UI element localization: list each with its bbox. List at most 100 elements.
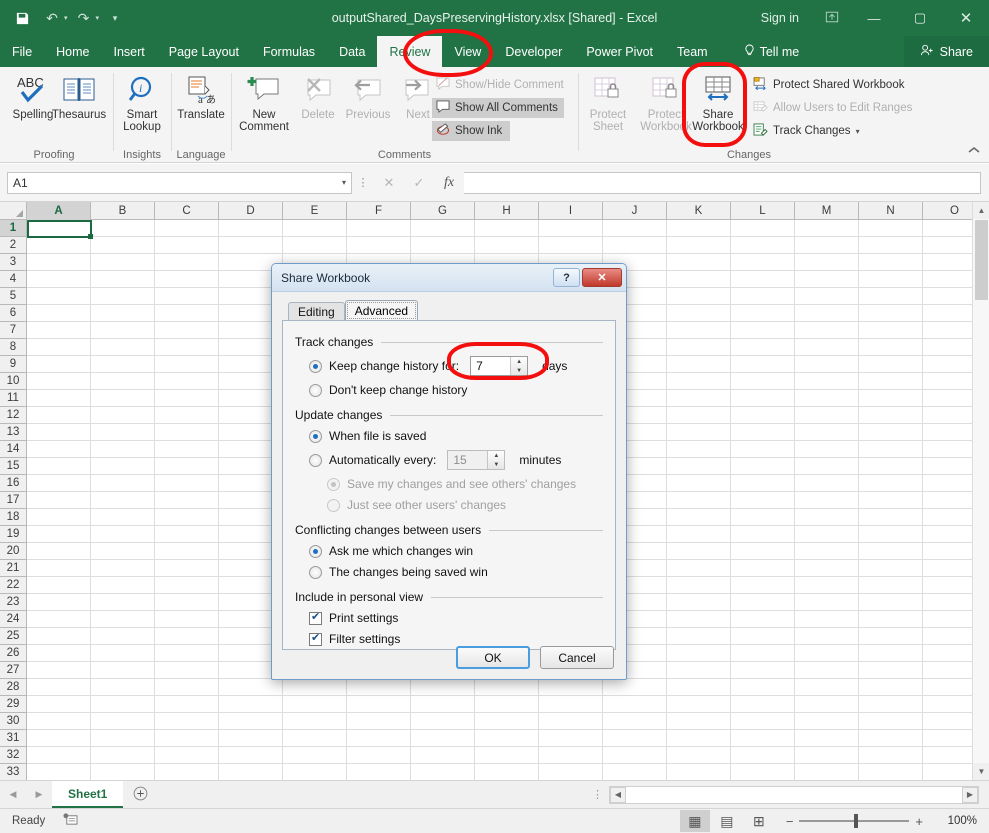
cell-O21[interactable] [923, 560, 972, 577]
days-spinner-arrows[interactable]: ▲ ▼ [510, 357, 527, 375]
select-all-button[interactable] [0, 202, 27, 220]
row-header-21[interactable]: 21 [0, 560, 26, 577]
cell-L28[interactable] [731, 679, 795, 696]
cell-D1[interactable] [219, 220, 283, 237]
sheet-bar-grip[interactable]: ⋮ [592, 788, 609, 801]
cell-L13[interactable] [731, 424, 795, 441]
cell-K7[interactable] [667, 322, 731, 339]
cell-O19[interactable] [923, 526, 972, 543]
cell-M28[interactable] [795, 679, 859, 696]
cell-M14[interactable] [795, 441, 859, 458]
tell-me-box[interactable]: Tell me [734, 36, 810, 67]
cell-C1[interactable] [155, 220, 219, 237]
column-header-E[interactable]: E [283, 202, 347, 220]
row-header-24[interactable]: 24 [0, 611, 26, 628]
cell-C13[interactable] [155, 424, 219, 441]
translate-button[interactable]: a あ Translate [172, 71, 230, 141]
cell-K3[interactable] [667, 254, 731, 271]
zoom-in-button[interactable]: + [915, 814, 923, 829]
cell-B33[interactable] [91, 764, 155, 780]
cell-O25[interactable] [923, 628, 972, 645]
cell-C20[interactable] [155, 543, 219, 560]
cell-M31[interactable] [795, 730, 859, 747]
cell-O33[interactable] [923, 764, 972, 780]
cell-H31[interactable] [475, 730, 539, 747]
cell-K28[interactable] [667, 679, 731, 696]
tab-formulas[interactable]: Formulas [251, 36, 327, 67]
cell-B15[interactable] [91, 458, 155, 475]
formula-input[interactable] [464, 172, 981, 194]
cell-A29[interactable] [27, 696, 91, 713]
row-header-23[interactable]: 23 [0, 594, 26, 611]
cell-M25[interactable] [795, 628, 859, 645]
cell-C31[interactable] [155, 730, 219, 747]
cell-J31[interactable] [603, 730, 667, 747]
cell-M1[interactable] [795, 220, 859, 237]
cell-K11[interactable] [667, 390, 731, 407]
cell-O6[interactable] [923, 305, 972, 322]
cell-O16[interactable] [923, 475, 972, 492]
row-header-2[interactable]: 2 [0, 237, 26, 254]
cell-L23[interactable] [731, 594, 795, 611]
cell-L7[interactable] [731, 322, 795, 339]
radio-button[interactable] [309, 454, 322, 467]
cell-C2[interactable] [155, 237, 219, 254]
row-header-6[interactable]: 6 [0, 305, 26, 322]
cell-O17[interactable] [923, 492, 972, 509]
cell-E28[interactable] [283, 679, 347, 696]
cell-I32[interactable] [539, 747, 603, 764]
cell-K25[interactable] [667, 628, 731, 645]
column-header-H[interactable]: H [475, 202, 539, 220]
cell-I30[interactable] [539, 713, 603, 730]
cell-D2[interactable] [219, 237, 283, 254]
cell-L14[interactable] [731, 441, 795, 458]
row-header-10[interactable]: 10 [0, 373, 26, 390]
cell-C19[interactable] [155, 526, 219, 543]
scroll-down-icon[interactable]: ▼ [973, 763, 989, 780]
cell-O13[interactable] [923, 424, 972, 441]
cell-A23[interactable] [27, 594, 91, 611]
cell-L20[interactable] [731, 543, 795, 560]
cell-L3[interactable] [731, 254, 795, 271]
cell-F29[interactable] [347, 696, 411, 713]
minimize-button[interactable]: — [851, 3, 897, 33]
cell-M24[interactable] [795, 611, 859, 628]
cell-C9[interactable] [155, 356, 219, 373]
tab-insert[interactable]: Insert [102, 36, 157, 67]
cell-M15[interactable] [795, 458, 859, 475]
accept-formula-icon[interactable]: ✓ [404, 171, 434, 195]
vertical-scrollbar[interactable]: ▲ ▼ [972, 202, 989, 780]
cell-O7[interactable] [923, 322, 972, 339]
undo-caret-icon[interactable]: ▾ [64, 14, 68, 22]
cell-C29[interactable] [155, 696, 219, 713]
cell-M8[interactable] [795, 339, 859, 356]
cell-M11[interactable] [795, 390, 859, 407]
radio-button[interactable] [309, 360, 322, 373]
cell-A2[interactable] [27, 237, 91, 254]
cell-N29[interactable] [859, 696, 923, 713]
cell-A25[interactable] [27, 628, 91, 645]
cell-N7[interactable] [859, 322, 923, 339]
cell-L4[interactable] [731, 271, 795, 288]
cell-A30[interactable] [27, 713, 91, 730]
cell-H33[interactable] [475, 764, 539, 780]
cell-N17[interactable] [859, 492, 923, 509]
cell-G2[interactable] [411, 237, 475, 254]
cell-M6[interactable] [795, 305, 859, 322]
cell-N20[interactable] [859, 543, 923, 560]
radio-when-file-saved[interactable]: When file is saved [309, 429, 603, 443]
cell-L21[interactable] [731, 560, 795, 577]
cell-M12[interactable] [795, 407, 859, 424]
cell-C28[interactable] [155, 679, 219, 696]
tab-power-pivot[interactable]: Power Pivot [574, 36, 665, 67]
cell-O20[interactable] [923, 543, 972, 560]
row-header-19[interactable]: 19 [0, 526, 26, 543]
cell-B12[interactable] [91, 407, 155, 424]
cell-N10[interactable] [859, 373, 923, 390]
cell-I29[interactable] [539, 696, 603, 713]
checkbox[interactable] [309, 633, 322, 646]
row-header-30[interactable]: 30 [0, 713, 26, 730]
cell-J30[interactable] [603, 713, 667, 730]
tab-view[interactable]: View [442, 36, 493, 67]
cell-O32[interactable] [923, 747, 972, 764]
